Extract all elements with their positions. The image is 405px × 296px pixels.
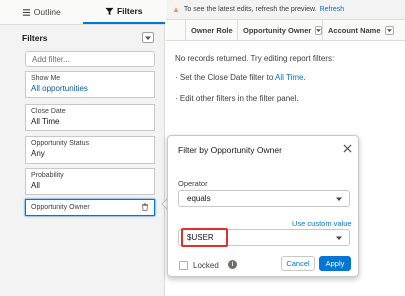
report-column-header: Owner Role Opportunity Owner Account Nam… (166, 20, 405, 41)
highlight-box (181, 228, 228, 247)
chevron-down-icon (336, 236, 342, 240)
locked-label: Locked (193, 261, 219, 270)
chevron-down-icon[interactable] (384, 26, 394, 35)
filter-card-close-date[interactable]: Close Date All Time (25, 104, 155, 131)
no-records-message: No records returned. Try editing report … (175, 54, 335, 63)
column-label: Opportunity Owner (243, 26, 312, 35)
filter-label: Probability (31, 172, 64, 179)
tab-filters-label: Filters (116, 6, 143, 16)
all-time-link[interactable]: All Time (275, 73, 303, 82)
column-account-name[interactable]: Account Name (323, 20, 405, 41)
tab-outline[interactable]: Outline (0, 0, 83, 24)
column-owner-role[interactable]: Owner Role (186, 20, 238, 41)
hint-suffix: . (303, 73, 306, 82)
add-filter-placeholder: Add filter... (32, 54, 70, 64)
hint-prefix: · Set the Close Date filter to (175, 73, 276, 82)
filter-card-probability[interactable]: Probability All (25, 168, 155, 195)
operator-select[interactable]: equals (178, 190, 350, 207)
filter-card-opportunity-owner[interactable]: Opportunity Owner (25, 199, 155, 216)
filter-value: All Time (31, 117, 60, 126)
column-opportunity-owner[interactable]: Opportunity Owner (238, 20, 323, 41)
filter-label: Show Me (31, 75, 61, 82)
apply-button[interactable]: Apply (319, 256, 351, 271)
column-label: Owner Role (191, 26, 233, 35)
operator-value: equals (187, 194, 211, 203)
use-custom-value-link[interactable]: Use custom value (292, 219, 352, 228)
chevron-down-icon (145, 36, 151, 40)
filters-menu-button[interactable] (142, 32, 154, 43)
list-icon (22, 8, 30, 16)
tab-filters[interactable]: Filters (82, 0, 165, 24)
banner-text: To see the latest edits, refresh the pre… (183, 6, 317, 13)
chevron-down-icon[interactable] (315, 26, 323, 35)
filter-card-show-me[interactable]: Show Me All opportunities (25, 71, 155, 98)
cancel-button[interactable]: Cancel (281, 256, 315, 271)
add-filter-input[interactable]: Add filter... (25, 51, 155, 67)
filter-value: All (31, 181, 40, 190)
owner-value-select[interactable]: $USER (178, 228, 350, 247)
close-icon[interactable] (343, 144, 352, 153)
column-label: Account Name (328, 26, 381, 35)
info-icon[interactable]: i (228, 260, 237, 269)
filter-value: Any (31, 149, 45, 158)
funnel-icon (105, 7, 114, 15)
filter-popover: Filter by Opportunity Owner Operator equ… (167, 135, 359, 277)
panel-tabs: Outline Filters (0, 0, 165, 25)
filter-label: Opportunity Status (31, 140, 89, 147)
trash-icon[interactable] (141, 202, 149, 213)
filter-value: All opportunities (31, 84, 88, 93)
filters-sidebar: Outline Filters Filters Add filter... Sh… (0, 0, 165, 296)
hint-close-date: · Set the Close Date filter to All Time. (175, 73, 306, 82)
refresh-banner: ▲ To see the latest edits, refresh the p… (166, 0, 405, 20)
filter-label: Close Date (31, 108, 66, 115)
filters-heading: Filters (22, 33, 48, 43)
tab-outline-label: Outline (33, 7, 61, 17)
operator-label: Operator (178, 179, 208, 188)
filter-label: Opportunity Owner (31, 204, 90, 211)
refresh-link[interactable]: Refresh (320, 6, 345, 13)
locked-checkbox[interactable] (179, 261, 188, 270)
filter-card-opportunity-status[interactable]: Opportunity Status Any (25, 136, 155, 164)
hint-edit-filters: · Edit other filters in the filter panel… (175, 94, 299, 103)
row-number-column (166, 20, 186, 41)
chevron-down-icon (336, 197, 342, 201)
popover-title: Filter by Opportunity Owner (178, 145, 282, 155)
warning-icon: ▲ (172, 5, 180, 14)
